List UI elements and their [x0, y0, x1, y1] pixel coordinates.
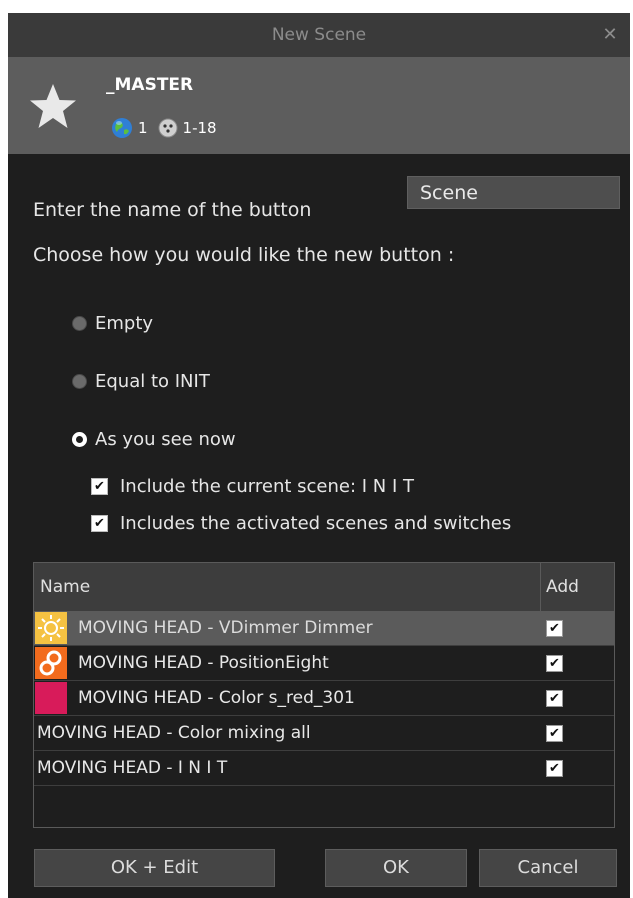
channel-range: 1-18	[182, 119, 217, 137]
row-add-checkbox[interactable]: ✔	[546, 690, 563, 707]
button-name-input[interactable]	[407, 176, 620, 209]
universe-info: 1 1-18	[111, 117, 217, 139]
close-icon[interactable]: ✕	[598, 13, 622, 57]
include-current-scene[interactable]: ✔ Include the current scene: I N I T	[91, 473, 414, 499]
universe-number: 1	[138, 119, 148, 137]
option-as-you-see-now-label: As you see now	[95, 428, 236, 450]
radio-as-you-see-now[interactable]	[72, 431, 87, 447]
table-row[interactable]: MOVING HEAD - PositionEight ✔	[34, 646, 614, 681]
radio-empty[interactable]	[72, 315, 87, 331]
include-current-scene-checkbox[interactable]: ✔	[91, 477, 108, 495]
option-empty-label: Empty	[95, 312, 154, 334]
option-empty[interactable]: Empty	[72, 311, 153, 335]
row-add-checkbox[interactable]: ✔	[546, 620, 563, 637]
row-add-checkbox[interactable]: ✔	[546, 655, 563, 672]
option-equal-to-init[interactable]: Equal to INIT	[72, 369, 210, 393]
row-name: MOVING HEAD - Color mixing all	[37, 723, 311, 743]
row-add-checkbox[interactable]: ✔	[546, 760, 563, 777]
row-name: MOVING HEAD - I N I T	[37, 758, 228, 778]
row-name: MOVING HEAD - Color s_red_301	[78, 688, 355, 708]
title-bar[interactable]: New Scene ✕	[8, 13, 630, 57]
row-name: MOVING HEAD - VDimmer Dimmer	[78, 618, 373, 638]
option-as-you-see-now[interactable]: As you see now	[72, 427, 236, 451]
master-name: _MASTER	[106, 75, 194, 95]
star-icon	[30, 84, 76, 128]
table-header: Name Add	[34, 563, 614, 611]
include-activated-scenes[interactable]: ✔ Includes the activated scenes and swit…	[91, 510, 511, 536]
master-header: _MASTER 1 1-18	[8, 57, 630, 154]
scene-content-table: Name Add MOVING HEAD - VDimmer Dimmer ✔	[33, 562, 615, 828]
position-icon	[35, 647, 67, 679]
column-header-add[interactable]: Add	[540, 563, 614, 611]
row-name: MOVING HEAD - PositionEight	[78, 653, 329, 673]
table-row[interactable]: MOVING HEAD - I N I T ✔	[34, 751, 614, 786]
table-row[interactable]: MOVING HEAD - Color s_red_301 ✔	[34, 681, 614, 716]
row-add-checkbox[interactable]: ✔	[546, 725, 563, 742]
globe-icon	[112, 118, 132, 138]
name-prompt-label: Enter the name of the button	[33, 199, 312, 221]
dmx-connector-icon	[158, 118, 178, 138]
table-row[interactable]: MOVING HEAD - VDimmer Dimmer ✔	[34, 611, 614, 646]
dimmer-icon	[35, 612, 67, 644]
include-activated-scenes-label: Includes the activated scenes and switch…	[120, 512, 512, 534]
dialog-title: New Scene	[271, 25, 367, 45]
new-scene-dialog: New Scene ✕ _MASTER 1 1-18 Enter the nam	[8, 13, 630, 898]
include-activated-scenes-checkbox[interactable]: ✔	[91, 514, 108, 532]
option-equal-to-init-label: Equal to INIT	[95, 370, 210, 392]
include-current-scene-label: Include the current scene: I N I T	[120, 475, 415, 497]
choose-prompt-label: Choose how you would like the new button…	[33, 244, 455, 266]
column-header-name[interactable]: Name	[40, 563, 90, 611]
color-swatch-icon	[35, 682, 67, 714]
radio-equal-to-init[interactable]	[72, 373, 87, 389]
ok-edit-button[interactable]: OK + Edit	[34, 849, 275, 887]
table-row[interactable]: MOVING HEAD - Color mixing all ✔	[34, 716, 614, 751]
cancel-button[interactable]: Cancel	[479, 849, 617, 887]
ok-button[interactable]: OK	[325, 849, 467, 887]
